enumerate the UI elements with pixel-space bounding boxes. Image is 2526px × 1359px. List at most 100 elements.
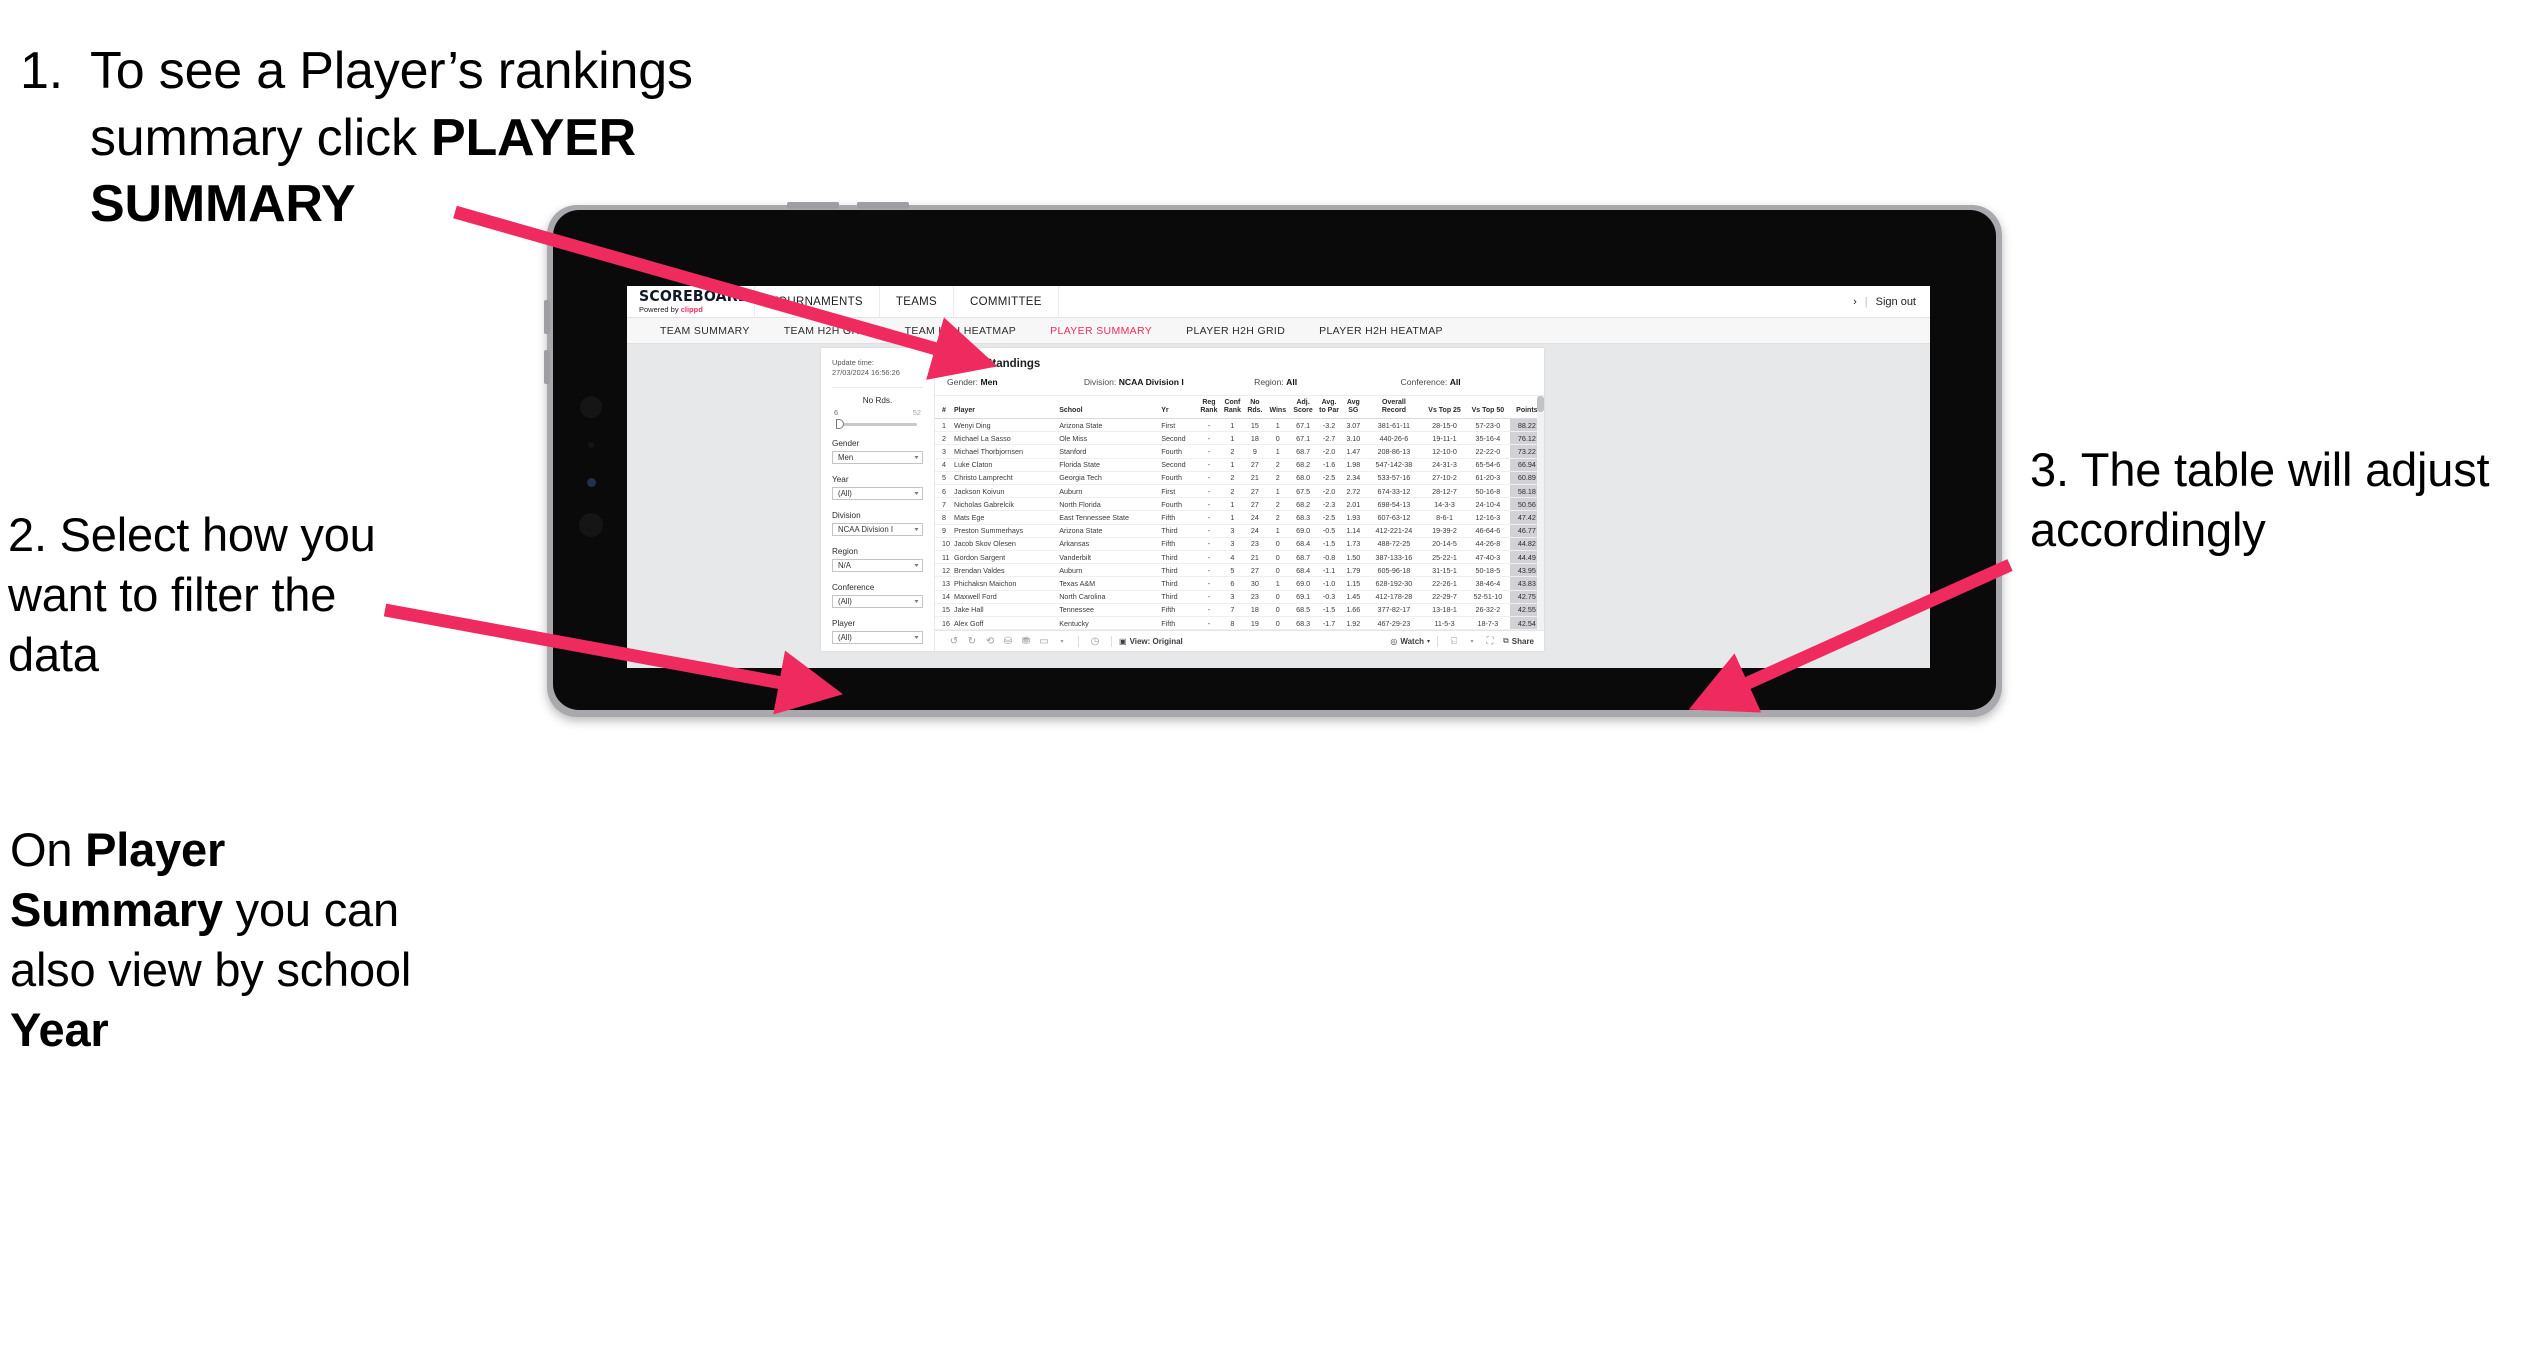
no-rounds-slider[interactable] [832,418,923,429]
column-header-7[interactable]: Wins [1265,396,1290,420]
table-row[interactable]: 16 Alex Goff Kentucky Fifth -8 19 0 68.3 -1.7 1.9… [935,616,1544,630]
cell-7: 2 [1265,471,1290,486]
view-original-button[interactable]: ▣ View: Original [1119,637,1183,646]
undo-icon[interactable]: ↺ [945,636,963,647]
filter-region-select[interactable]: N/A ▾ [832,558,923,572]
history-icon[interactable]: ◷ [1086,636,1104,647]
watch-button[interactable]: ◎ Watch ▾ [1390,637,1430,646]
redo-icon[interactable]: ↻ [963,636,981,647]
tab-team-h2h-grid[interactable]: TEAM H2H GRID [767,325,888,337]
table-row[interactable]: 4 Luke Claton Florida State Second -1 27 2 68.2… [935,458,1544,472]
column-header-10[interactable]: Avg SG [1341,396,1365,420]
topnav-committee[interactable]: COMMITTEE [954,286,1059,317]
cell-2: Georgia Tech [1057,471,1160,486]
revert-icon[interactable]: ⟲ [981,636,999,647]
column-header-3[interactable]: Yr [1159,396,1198,420]
cell-9: -2.5 [1316,471,1342,486]
tablet-bezel: SCOREBOARD Powered by clippd TOURNAMENTS… [553,210,1996,710]
chevron-down-icon[interactable]: ▾ [1463,638,1481,645]
cell-5: 1 [1220,418,1245,433]
filter-conference-select[interactable]: (All) ▾ [832,594,923,608]
account-chevron-icon[interactable]: › [1853,296,1857,308]
table-row[interactable]: 14 Maxwell Ford North Carolina Third -3 23 0 69… [935,590,1544,604]
meta-division-value: NCAA Division I [1118,377,1184,387]
filter-gender-select[interactable]: Men ▾ [832,450,923,464]
alert-icon[interactable]: ▭ [1035,636,1053,647]
table-row[interactable]: 7 Nicholas Gabrelcik North Florida Fourth -1… [935,497,1544,512]
slider-handle[interactable] [836,418,844,429]
filter-player-select[interactable]: (All) ▾ [832,630,923,644]
cell-2: Arizona State [1057,418,1160,433]
topnav-teams[interactable]: TEAMS [880,286,955,317]
update-time-label: Update time: [832,358,874,367]
column-header-0[interactable]: # [935,396,952,420]
cell-6: 21 [1244,471,1266,486]
column-header-5[interactable]: Conf Rank [1220,396,1245,420]
pause-updates-icon[interactable]: ⛃ [1017,636,1035,647]
column-header-11[interactable]: Overall Record [1364,396,1424,420]
chevron-down-icon: ▾ [914,454,919,461]
table-row[interactable]: 12 Brendan Valdes Auburn Third -5 27 0 68.4 -1.1… [935,563,1544,578]
column-header-8[interactable]: Adj. Score [1289,396,1317,420]
column-header-9[interactable]: Avg. to Par [1316,396,1342,420]
tab-player-h2h-grid[interactable]: PLAYER H2H GRID [1169,325,1302,337]
cell-6: 18 [1244,431,1266,446]
cell-0: 11 [935,550,952,565]
sign-out-link[interactable]: Sign out [1876,296,1916,308]
table-row[interactable]: 8 Mats Ege East Tennessee State Fifth -1 24 2 6… [935,510,1544,525]
table-row[interactable]: 3 Michael Thorbjornsen Stanford Fourth -2 9 1 6… [935,444,1544,459]
refresh-data-icon[interactable]: ⛁ [999,636,1017,647]
table-row[interactable]: 5 Christo Lamprecht Georgia Tech Fourth -2 21… [935,471,1544,486]
cell-2: North Florida [1057,497,1160,512]
vertical-scrollbar[interactable] [1537,396,1544,630]
table-row[interactable]: 1 Wenyi Ding Arizona State First -1 15 1 67.1 -3… [935,418,1544,433]
column-header-6[interactable]: No Rds. [1244,396,1266,420]
table-row[interactable]: 11 Gordon Sargent Vanderbilt Third -4 21 0 68.7… [935,550,1544,565]
cell-4: - [1197,418,1221,433]
cell-5: 4 [1220,550,1245,565]
download-icon[interactable]: ⍇ [1445,636,1463,647]
column-header-13[interactable]: Vs Top 50 [1466,396,1510,420]
cell-6: 24 [1244,510,1266,525]
cell-13: 44-26-8 [1466,537,1510,551]
cell-0: 6 [935,484,952,499]
cell-5: 3 [1220,590,1245,604]
table-row[interactable]: 10 Jacob Skov Olesen Arkansas Fifth -3 23 0 68.… [935,537,1544,551]
fullscreen-icon[interactable]: ⛶ [1481,636,1499,647]
tab-team-h2h-heatmap[interactable]: TEAM H2H HEATMAP [888,325,1034,337]
column-header-2[interactable]: School [1057,396,1160,420]
topnav-tournaments[interactable]: TOURNAMENTS [755,286,880,317]
share-button[interactable]: ⧉ Share [1503,636,1534,646]
cell-1: Brendan Valdes [952,563,1058,578]
column-header-12[interactable]: Vs Top 25 [1423,396,1467,420]
standings-scroll-area[interactable]: # Player School Yr Reg Rank Conf Rank No Rds. W… [935,395,1544,630]
column-header-1[interactable]: Player [952,396,1058,420]
chevron-down-icon: ▾ [914,490,919,497]
table-row[interactable]: 6 Jackson Koivun Auburn First -2 27 1 67.5 -2.0 2… [935,484,1544,499]
cell-7: 0 [1265,616,1290,630]
scrollbar-thumb[interactable] [1537,396,1544,412]
chevron-down-icon[interactable]: ▾ [1053,638,1071,645]
table-row[interactable]: 13 Phichaksn Maichon Texas A&M Third -6 30 1 69… [935,576,1544,591]
filter-year-select[interactable]: (All) ▾ [832,486,923,500]
column-header-4[interactable]: Reg Rank [1197,396,1221,420]
cell-0: 13 [935,576,952,591]
cell-0: 16 [935,616,952,630]
cell-12: 25-22-1 [1423,550,1467,565]
app-logo[interactable]: SCOREBOARD Powered by clippd [627,286,755,317]
cell-1: Mats Ege [952,510,1058,525]
cell-0: 10 [935,537,952,551]
cell-8: 68.2 [1289,497,1317,512]
tab-team-summary[interactable]: TEAM SUMMARY [643,325,767,337]
table-row[interactable]: 9 Preston Summerhays Arizona State Third -3 2… [935,524,1544,538]
tab-player-summary[interactable]: PLAYER SUMMARY [1033,325,1169,337]
filter-region-value: N/A [838,560,851,570]
table-row[interactable]: 15 Jake Hall Tennessee Fifth -7 18 0 68.5 -1.5 1.… [935,603,1544,617]
table-row[interactable]: 2 Michael La Sasso Ole Miss Second -1 18 0 67.1… [935,431,1544,446]
tablet-device: SCOREBOARD Powered by clippd TOURNAMENTS… [544,202,2002,717]
cell-2: Ole Miss [1057,431,1160,446]
tab-player-h2h-heatmap[interactable]: PLAYER H2H HEATMAP [1302,325,1460,337]
filter-division-select[interactable]: NCAA Division I ▾ [832,522,923,536]
cell-6: 27 [1244,458,1266,472]
cell-9: -1.0 [1316,576,1342,591]
